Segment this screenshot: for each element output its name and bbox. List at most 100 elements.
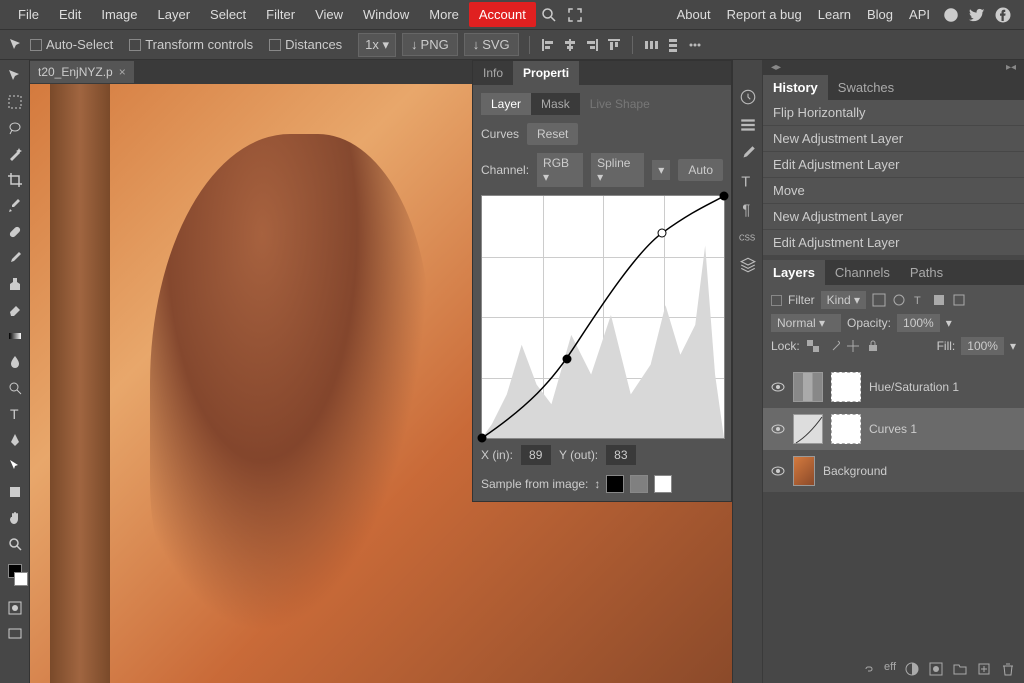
menu-select[interactable]: Select [200, 1, 256, 28]
export-svg-button[interactable]: ↓ SVG [464, 33, 519, 56]
menu-image[interactable]: Image [91, 1, 147, 28]
search-icon[interactable] [540, 6, 558, 24]
new-folder-icon[interactable] [952, 661, 968, 677]
filter-image-icon[interactable] [872, 293, 886, 307]
path-select-tool[interactable] [3, 454, 27, 478]
paths-tab[interactable]: Paths [900, 260, 953, 285]
gradient-tool[interactable] [3, 324, 27, 348]
menu-edit[interactable]: Edit [49, 1, 91, 28]
curves-graph[interactable] [481, 195, 725, 439]
layer-subtab[interactable]: Layer [481, 93, 531, 115]
link-api[interactable]: API [901, 1, 938, 28]
move-tool[interactable] [3, 64, 27, 88]
layer-thumb[interactable] [793, 456, 815, 486]
fill-dropdown-icon[interactable]: ▾ [1010, 339, 1016, 353]
visibility-icon[interactable] [771, 380, 785, 394]
shape-tool[interactable] [3, 480, 27, 504]
eyedropper-tool[interactable] [3, 194, 27, 218]
history-item[interactable]: New Adjustment Layer [763, 126, 1024, 152]
distribute-v-icon[interactable] [665, 37, 681, 53]
sample-black[interactable] [606, 475, 624, 493]
menu-account[interactable]: Account [469, 2, 536, 27]
blur-tool[interactable] [3, 350, 27, 374]
layer-row-hue-sat[interactable]: Hue/Saturation 1 [763, 366, 1024, 408]
layer-name[interactable]: Curves 1 [869, 422, 917, 436]
properties-tab[interactable]: Properti [513, 61, 579, 85]
align-center-h-icon[interactable] [562, 37, 578, 53]
reddit-icon[interactable] [942, 6, 960, 24]
menu-view[interactable]: View [305, 1, 353, 28]
blend-mode-select[interactable]: Normal ▾ [771, 314, 841, 332]
history-item[interactable]: Move [763, 178, 1024, 204]
zoom-tool[interactable] [3, 532, 27, 556]
history-item[interactable]: Edit Adjustment Layer [763, 152, 1024, 178]
layer-thumb[interactable] [793, 372, 823, 402]
align-right-icon[interactable] [584, 37, 600, 53]
eraser-tool[interactable] [3, 298, 27, 322]
curve-point-white[interactable] [720, 192, 729, 201]
layer-name[interactable]: Background [823, 464, 887, 478]
x-value[interactable]: 89 [521, 445, 551, 465]
character-panel-icon[interactable]: T [739, 172, 757, 190]
layer-mask-thumb[interactable] [831, 414, 861, 444]
sample-eyedropper-icon[interactable]: ↕ [594, 477, 600, 491]
layer-row-curves[interactable]: Curves 1 [763, 408, 1024, 450]
align-top-icon[interactable] [606, 37, 622, 53]
link-about[interactable]: About [669, 1, 719, 28]
adjustment-layer-icon[interactable] [904, 661, 920, 677]
y-value[interactable]: 83 [606, 445, 636, 465]
menu-more[interactable]: More [419, 1, 469, 28]
curve-extra-dropdown[interactable]: ▾ [652, 160, 670, 180]
document-tab[interactable]: t20_EnjNYZ.p × [30, 61, 134, 83]
brush-tool[interactable] [3, 246, 27, 270]
mask-subtab[interactable]: Mask [531, 93, 580, 115]
background-color-swatch[interactable] [14, 572, 28, 586]
text-tool[interactable]: T [3, 402, 27, 426]
twitter-icon[interactable] [968, 6, 986, 24]
auto-button[interactable]: Auto [678, 159, 723, 181]
visibility-icon[interactable] [771, 422, 785, 436]
zoom-select[interactable]: 1x ▾ [358, 33, 396, 57]
paragraph-panel-icon[interactable]: ¶ [739, 200, 757, 218]
curve-point-shadow[interactable] [478, 434, 487, 443]
opacity-dropdown-icon[interactable]: ▾ [946, 316, 952, 330]
channel-select[interactable]: RGB ▾ [537, 153, 583, 187]
align-left-icon[interactable] [540, 37, 556, 53]
distances-checkbox[interactable]: Distances [269, 37, 342, 52]
panel-collapse-row[interactable]: ◂▸▸◂ [763, 60, 1024, 75]
marquee-tool[interactable] [3, 90, 27, 114]
visibility-icon[interactable] [771, 464, 785, 478]
export-png-button[interactable]: ↓ PNG [402, 33, 458, 56]
css-panel-icon[interactable]: CSS [739, 228, 757, 246]
info-tab[interactable]: Info [473, 61, 513, 85]
link-learn[interactable]: Learn [810, 1, 859, 28]
menu-window[interactable]: Window [353, 1, 419, 28]
brush-panel-icon[interactable] [739, 144, 757, 162]
facebook-icon[interactable] [994, 6, 1012, 24]
menu-layer[interactable]: Layer [148, 1, 201, 28]
link-blog[interactable]: Blog [859, 1, 901, 28]
layer-mask-icon[interactable] [928, 661, 944, 677]
layer-effects-icon[interactable]: eff [884, 661, 896, 677]
sample-gray[interactable] [630, 475, 648, 493]
layer-thumb[interactable] [793, 414, 823, 444]
close-tab-icon[interactable]: × [119, 65, 126, 79]
history-item[interactable]: Edit Adjustment Layer [763, 230, 1024, 256]
history-item[interactable]: New Adjustment Layer [763, 204, 1024, 230]
lock-position-icon[interactable] [846, 339, 860, 353]
lasso-tool[interactable] [3, 116, 27, 140]
lock-image-icon[interactable] [826, 339, 840, 353]
distribute-h-icon[interactable] [643, 37, 659, 53]
quickmask-tool[interactable] [3, 596, 27, 620]
channels-tab[interactable]: Channels [825, 260, 900, 285]
crop-tool[interactable] [3, 168, 27, 192]
lock-transparent-icon[interactable] [806, 339, 820, 353]
clone-tool[interactable] [3, 272, 27, 296]
more-align-icon[interactable] [687, 37, 703, 53]
link-report-bug[interactable]: Report a bug [719, 1, 810, 28]
filter-shape-icon[interactable] [932, 293, 946, 307]
sample-white[interactable] [654, 475, 672, 493]
spline-select[interactable]: Spline ▾ [591, 153, 644, 187]
hand-tool[interactable] [3, 506, 27, 530]
magic-wand-tool[interactable] [3, 142, 27, 166]
